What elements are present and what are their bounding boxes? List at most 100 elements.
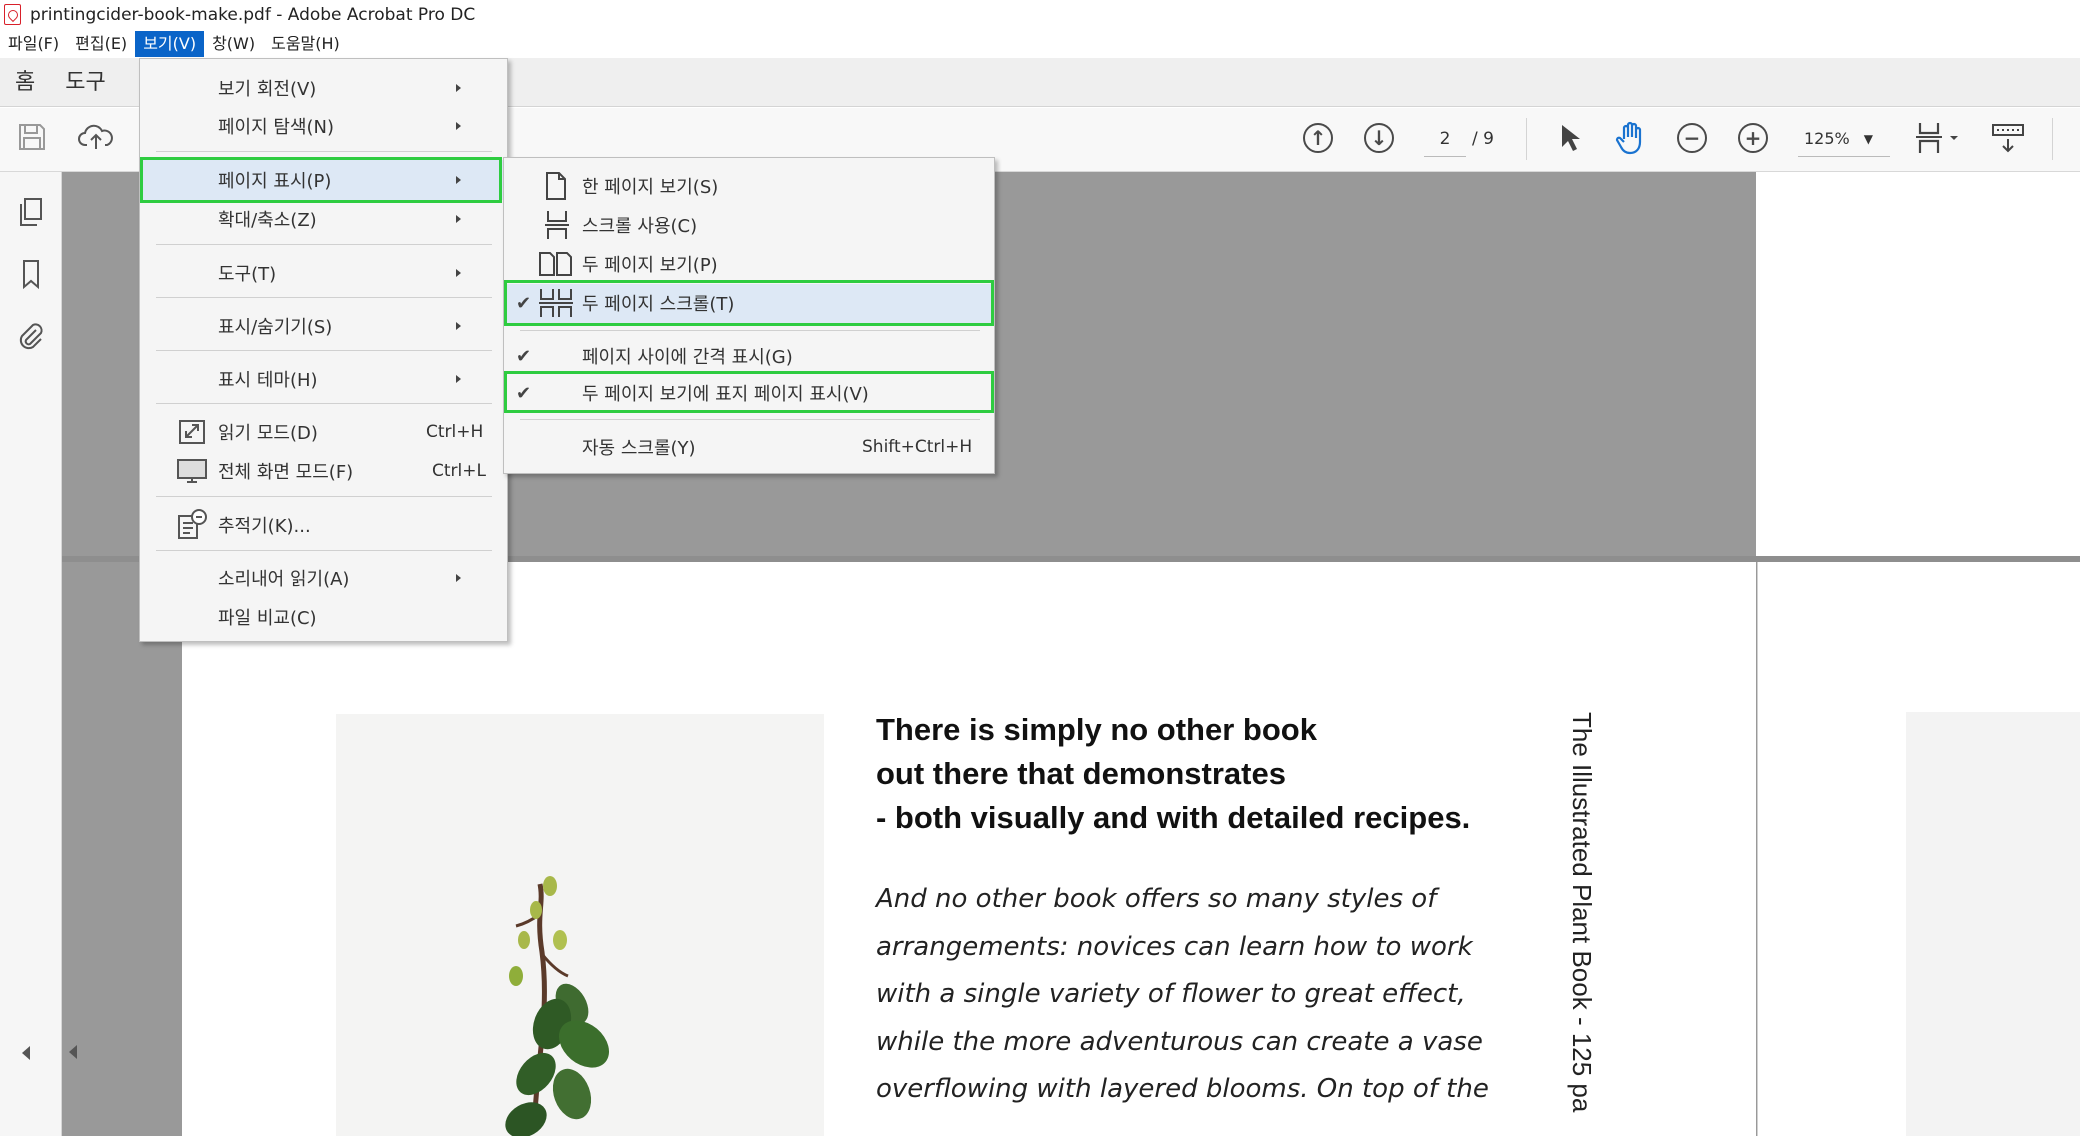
menu-item-auto-scroll[interactable]: 자동 스크롤(Y) Shift+Ctrl+H xyxy=(504,428,994,466)
arrow-up-icon: ↑ xyxy=(1303,123,1333,153)
menu-view[interactable]: 보기(V) xyxy=(135,30,205,57)
body-line: while the more adventurous can create a … xyxy=(876,1026,1483,1057)
shortcut-label: Shift+Ctrl+H xyxy=(862,437,973,457)
menu-item-two-page-scrolling[interactable]: ✔ 두 페이지 스크롤(T) xyxy=(504,284,994,322)
keyboard-scroll-icon[interactable] xyxy=(1990,121,2024,155)
previous-page-button[interactable]: ↑ xyxy=(1303,123,1337,157)
menu-item-label: 확대/축소(Z) xyxy=(218,210,317,231)
shortcut-label: Ctrl+L xyxy=(432,461,486,481)
lead-paragraph: There is simply no other book out there … xyxy=(876,708,1596,840)
tab-tools[interactable]: 도구 xyxy=(50,58,120,107)
menu-item-label: 읽기 모드(D) xyxy=(218,423,318,444)
title-bar: printingcider-book-make.pdf - Adobe Acro… xyxy=(0,0,2080,29)
menu-separator xyxy=(520,330,980,331)
menu-item-label: 페이지 표시(P) xyxy=(218,171,332,192)
hand-tool-icon[interactable] xyxy=(1614,119,1648,155)
tab-home[interactable]: 홈 xyxy=(0,58,50,107)
zoom-in-button[interactable]: + xyxy=(1738,123,1772,157)
collapse-left-panel-icon[interactable] xyxy=(69,1045,77,1059)
menu-item-enable-scrolling[interactable]: 스크롤 사용(C) xyxy=(504,206,994,244)
menu-separator xyxy=(156,244,492,245)
submenu-arrow-icon xyxy=(456,269,461,277)
menu-separator xyxy=(156,550,492,551)
body-line: overflowing with layered blooms. On top … xyxy=(876,1074,1489,1104)
two-page-scroll-icon xyxy=(538,288,574,323)
menu-separator xyxy=(156,350,492,351)
select-tool-icon[interactable] xyxy=(1554,121,1588,155)
menu-item-reading-mode[interactable]: 읽기 모드(D) Ctrl+H xyxy=(140,413,507,451)
pdf-file-icon xyxy=(4,4,21,25)
menu-item-label: 페이지 사이에 간격 표시(G) xyxy=(582,347,793,368)
menu-separator xyxy=(156,496,492,497)
view-menu: 보기 회전(V) 페이지 탐색(N) 페이지 표시(P) 확대/축소(Z) 도구… xyxy=(139,58,508,642)
page-display-submenu: 한 페이지 보기(S) 스크롤 사용(C) 두 페이지 보기(P) ✔ 두 페이… xyxy=(503,157,995,474)
save-icon[interactable] xyxy=(16,121,50,155)
menu-item-tools[interactable]: 도구(T) xyxy=(140,254,507,292)
menu-item-zoom[interactable]: 확대/축소(Z) xyxy=(140,200,507,238)
menu-help[interactable]: 도움말(H) xyxy=(263,31,348,57)
menu-separator xyxy=(156,151,492,152)
menu-item-label: 보기 회전(V) xyxy=(218,79,317,100)
collapse-pane-icon[interactable] xyxy=(22,1046,30,1060)
page-image xyxy=(1906,712,2080,1136)
menu-item-two-page-view[interactable]: 두 페이지 보기(P) xyxy=(504,245,994,283)
pdf-page xyxy=(1756,172,2080,556)
menu-item-label: 페이지 탐색(N) xyxy=(218,117,335,138)
menu-bar: 파일(F) 편집(E) 보기(V) 창(W) 도움말(H) xyxy=(0,29,2080,58)
menu-item-label: 소리내어 읽기(A) xyxy=(218,569,350,590)
lead-line: - both visually and with detailed recipe… xyxy=(876,800,1471,835)
submenu-arrow-icon xyxy=(456,84,461,92)
zoom-out-button[interactable]: − xyxy=(1677,123,1711,157)
menu-item-show-cover-page[interactable]: ✔ 두 페이지 보기에 표지 페이지 표시(V) xyxy=(504,374,994,412)
menu-item-compare-files[interactable]: 파일 비교(C) xyxy=(140,598,507,636)
left-navigation-pane xyxy=(0,172,62,1136)
menu-item-label: 스크롤 사용(C) xyxy=(582,216,698,237)
menu-window[interactable]: 창(W) xyxy=(204,31,263,57)
body-line: arrangements: novices can learn how to w… xyxy=(876,931,1473,962)
menu-separator xyxy=(520,419,980,420)
menu-item-page-display[interactable]: 페이지 표시(P) xyxy=(140,161,507,199)
plus-icon: + xyxy=(1738,123,1768,153)
menu-item-tracker[interactable]: 추적기(K)... xyxy=(140,506,507,544)
zoom-value: 125% xyxy=(1804,129,1850,148)
reading-mode-icon xyxy=(178,419,206,450)
menu-item-show-hide[interactable]: 표시/숨기기(S) xyxy=(140,307,507,345)
menu-file[interactable]: 파일(F) xyxy=(0,31,67,57)
menu-item-display-theme[interactable]: 표시 테마(H) xyxy=(140,360,507,398)
zoom-level-dropdown[interactable]: 125% ▼ xyxy=(1798,121,1890,157)
menu-item-label: 두 페이지 보기(P) xyxy=(582,255,718,276)
attachment-icon[interactable] xyxy=(16,320,46,350)
tracker-icon xyxy=(176,508,208,545)
scrolling-icon xyxy=(544,210,570,245)
page-number-input[interactable] xyxy=(1424,121,1466,157)
menu-item-label: 두 페이지 보기에 표지 페이지 표시(V) xyxy=(582,384,869,405)
arrow-down-icon: ↓ xyxy=(1364,123,1394,153)
next-page-button[interactable]: ↓ xyxy=(1364,123,1398,157)
minus-icon: − xyxy=(1677,123,1707,153)
page-display-tool-icon[interactable] xyxy=(1914,121,1958,155)
toolbar-divider xyxy=(2052,118,2053,160)
submenu-arrow-icon xyxy=(456,375,461,383)
menu-item-rotate-view[interactable]: 보기 회전(V) xyxy=(140,69,507,107)
submenu-arrow-icon xyxy=(456,215,461,223)
menu-edit[interactable]: 편집(E) xyxy=(67,31,135,57)
menu-item-show-gaps-between-pages[interactable]: ✔ 페이지 사이에 간격 표시(G) xyxy=(504,337,994,375)
menu-item-full-screen[interactable]: 전체 화면 모드(F) Ctrl+L xyxy=(140,452,507,490)
menu-item-label: 표시 테마(H) xyxy=(218,370,318,391)
menu-item-read-aloud[interactable]: 소리내어 읽기(A) xyxy=(140,559,507,597)
menu-item-single-page[interactable]: 한 페이지 보기(S) xyxy=(504,167,994,205)
body-line: with a single variety of flower to great… xyxy=(876,979,1466,1009)
submenu-arrow-icon xyxy=(456,574,461,582)
bookmark-icon[interactable] xyxy=(16,258,46,290)
cloud-upload-icon[interactable] xyxy=(78,121,113,155)
vertical-book-title: The Illustrated Plant Book - 125 pa xyxy=(1567,712,1597,1113)
toolbar-divider xyxy=(1526,118,1527,160)
body-line: And no other book offers so many styles … xyxy=(876,884,1437,914)
lead-line: out there that demonstrates xyxy=(876,756,1286,791)
menu-item-label: 전체 화면 모드(F) xyxy=(218,462,354,483)
menu-item-label: 한 페이지 보기(S) xyxy=(582,177,719,198)
page-thumbnails-icon[interactable] xyxy=(16,196,46,226)
two-page-icon xyxy=(538,251,574,282)
menu-item-page-navigation[interactable]: 페이지 탐색(N) xyxy=(140,107,507,145)
single-page-icon xyxy=(544,171,568,206)
